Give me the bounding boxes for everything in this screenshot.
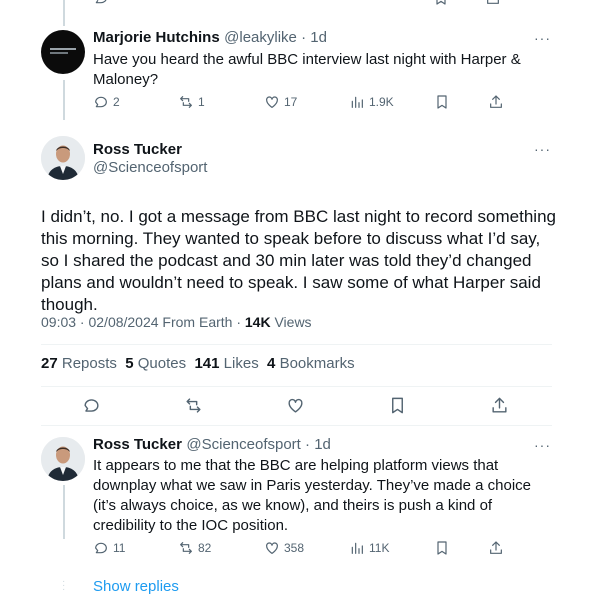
like-button[interactable]: 17: [264, 94, 297, 110]
like-icon: [266, 542, 278, 554]
avatar-photo: [41, 437, 85, 481]
reply-button[interactable]: 11: [93, 540, 125, 556]
repost-count: 82: [198, 541, 212, 555]
views-count: 11K: [369, 541, 390, 555]
handle[interactable]: @Scienceofsport: [93, 159, 207, 176]
handle[interactable]: @leakylike: [224, 29, 297, 46]
quotes-count: 5: [125, 355, 134, 372]
views-button[interactable]: 11K: [349, 540, 389, 556]
repost-count: 1: [198, 95, 205, 109]
likes-count: 141: [194, 355, 220, 372]
more-icon[interactable]: ···: [534, 141, 551, 157]
avatar[interactable]: [41, 437, 85, 481]
like-icon: [288, 398, 303, 413]
handle[interactable]: @Scienceofsport: [186, 436, 300, 453]
quotes-label: Quotes: [137, 355, 187, 372]
tweet-meta: 09:03 · 02/08/2024 From Earth · 14K View…: [41, 314, 312, 330]
repost-button[interactable]: 82: [178, 540, 211, 556]
display-name[interactable]: Ross Tucker: [93, 436, 182, 453]
bookmarks-label: Bookmarks: [279, 355, 355, 372]
more-icon[interactable]: ···: [534, 437, 551, 453]
tweet-text: I didn’t, no. I got a message from BBC l…: [41, 207, 556, 314]
display-name[interactable]: Ross Tucker: [93, 141, 182, 158]
repost-icon: [180, 96, 192, 108]
reply-icon: [95, 542, 107, 554]
reply-count: 2: [113, 95, 120, 109]
like-button[interactable]: [286, 396, 305, 420]
engagement-stats: 27 Reposts 5 Quotes 141 Likes 4 Bookmark…: [41, 355, 355, 372]
bookmark-icon[interactable]: [433, 0, 449, 6]
separator-dot: ·: [300, 436, 315, 453]
reply-icon[interactable]: [93, 0, 109, 6]
timestamp[interactable]: 09:03 · 02/08/2024 From Earth ·: [41, 314, 241, 330]
avatar[interactable]: [41, 136, 85, 180]
divider: [41, 386, 552, 387]
share-button[interactable]: [490, 396, 509, 420]
reposts-count: 27: [41, 355, 58, 372]
likes-stat[interactable]: 141 Likes: [194, 355, 258, 372]
thread-dots-icon: · · ·: [62, 576, 66, 595]
avatar-photo: [41, 136, 85, 180]
share-icon[interactable]: [485, 0, 501, 6]
thread-connector: [63, 80, 65, 120]
views-icon: [351, 542, 363, 554]
avatar[interactable]: [41, 30, 85, 74]
reply-count: 11: [113, 541, 126, 555]
share-icon: [492, 397, 507, 413]
repost-icon: [186, 398, 201, 413]
tweet-text: It appears to me that the BBC are helpin…: [93, 457, 531, 534]
share-icon: [490, 95, 502, 108]
repost-button[interactable]: [184, 396, 203, 420]
thread-connector-top: [63, 0, 65, 26]
previous-tweet-actions: [93, 0, 513, 6]
reposts-stat[interactable]: 27 Reposts: [41, 355, 117, 372]
bookmark-button[interactable]: [388, 396, 407, 420]
more-icon[interactable]: ···: [534, 30, 551, 46]
tweet-header: Marjorie Hutchins @leakylike · 1d: [93, 29, 327, 47]
views-label: Views: [274, 314, 312, 330]
avatar-graphic-line: [50, 52, 68, 54]
bookmark-icon: [392, 397, 403, 414]
reply-button[interactable]: [82, 396, 101, 420]
views-icon: [351, 96, 363, 108]
divider: [41, 425, 552, 426]
divider: [41, 344, 552, 345]
avatar-graphic: [50, 48, 76, 50]
bookmarks-count: 4: [267, 355, 276, 372]
tweet-text: Have you heard the awful BBC interview l…: [93, 51, 521, 88]
share-button[interactable]: [488, 94, 504, 110]
display-name[interactable]: Marjorie Hutchins: [93, 29, 220, 46]
reposts-label: Reposts: [61, 355, 117, 372]
bookmark-icon: [437, 95, 447, 109]
separator-dot: ·: [296, 29, 311, 46]
reply-icon: [84, 399, 99, 412]
reply-icon: [95, 96, 107, 108]
tweet-header: Ross Tucker @Scienceofsport · 1d: [93, 436, 331, 454]
show-replies-link[interactable]: Show replies: [93, 578, 179, 595]
timestamp[interactable]: 1d: [314, 436, 331, 453]
share-icon: [490, 541, 502, 554]
share-button[interactable]: [488, 540, 504, 556]
views-count: 14K: [244, 314, 271, 330]
bookmark-button[interactable]: [434, 94, 450, 110]
views-count: 1.9K: [369, 95, 394, 109]
quotes-stat[interactable]: 5 Quotes: [125, 355, 186, 372]
likes-label: Likes: [223, 355, 259, 372]
like-icon: [266, 96, 278, 108]
reply-button[interactable]: 2: [93, 94, 120, 110]
like-count: 17: [284, 95, 298, 109]
like-button[interactable]: 358: [264, 540, 304, 556]
repost-icon: [180, 542, 192, 554]
bookmark-icon: [437, 541, 447, 555]
thread-connector: [63, 485, 65, 539]
bookmarks-stat[interactable]: 4 Bookmarks: [267, 355, 355, 372]
bookmark-button[interactable]: [434, 540, 450, 556]
like-count: 358: [284, 541, 305, 555]
repost-button[interactable]: 1: [178, 94, 205, 110]
views-button[interactable]: 1.9K: [349, 94, 394, 110]
timestamp[interactable]: 1d: [310, 29, 327, 46]
